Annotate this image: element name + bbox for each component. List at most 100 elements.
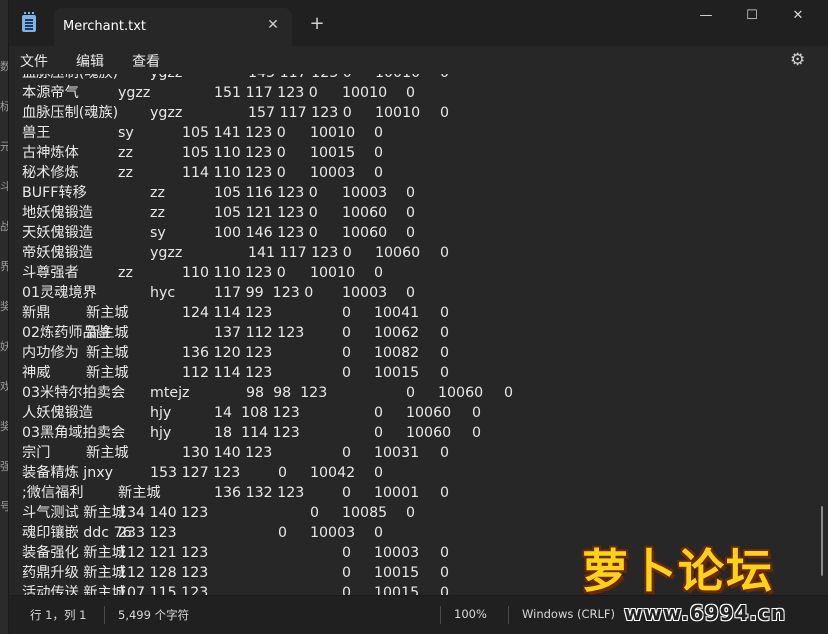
menu-bar: 文件 编辑 查看 ⚙: [0, 46, 828, 74]
line-field: 内功修为: [22, 345, 79, 361]
line-field: 血脉压制(魂族): [22, 74, 118, 83]
line-field: 0: [278, 525, 288, 541]
new-tab-button[interactable]: +: [306, 13, 328, 35]
line-field: 0: [440, 325, 450, 341]
line-field: 0: [440, 305, 450, 321]
line-field: BUFF转移: [22, 185, 87, 201]
line-field: 114 110 123 0: [182, 165, 286, 181]
line-field: 110 110 123 0: [182, 265, 286, 281]
line-field: 活动传送 新主城: [22, 585, 126, 595]
line-field: 0: [342, 545, 352, 561]
line-field: 10003: [310, 525, 356, 541]
menu-edit[interactable]: 编辑: [76, 51, 104, 71]
menu-view[interactable]: 查看: [132, 51, 160, 71]
line-field: hjy: [150, 425, 172, 441]
line-field: zz: [150, 185, 165, 201]
notepad-window: 数标元斗战界奖妖戏奖强号 Merchant.txt ✕ + — ☐ ✕ 文件 编…: [0, 0, 828, 634]
vertical-scrollbar[interactable]: [816, 74, 828, 595]
background-text-fragment: 斗: [0, 180, 8, 193]
line-field: 兽王: [22, 125, 51, 141]
line-field: 0: [440, 445, 450, 461]
line-field: 0: [440, 105, 450, 121]
line-field: 0: [374, 125, 384, 141]
close-tab-icon[interactable]: ✕: [263, 17, 283, 33]
tab-merchant-txt[interactable]: Merchant.txt ✕: [54, 8, 292, 46]
background-text-fragment: 标: [0, 100, 8, 113]
cursor-position: 行 1，列 1: [30, 608, 87, 622]
zoom-level[interactable]: 100%: [454, 607, 487, 621]
line-field: ygzz: [118, 85, 151, 101]
line-field: 10010: [310, 125, 356, 141]
line-field: 新主城: [86, 365, 129, 381]
line-field: 新主城: [86, 305, 129, 321]
line-field: 112 114 123: [182, 365, 273, 381]
line-field: 105 141 123 0: [182, 125, 286, 141]
line-field: 03米特尔拍卖会: [22, 385, 126, 401]
line-field: 0: [504, 385, 514, 401]
watermark-title: 萝卜论坛: [582, 544, 774, 598]
line-field: ygzz: [150, 105, 183, 121]
line-field: 新主城: [86, 345, 129, 361]
line-field: 10041: [374, 305, 420, 321]
line-field: 新主城: [118, 485, 161, 501]
line-field: 10015: [374, 565, 420, 581]
line-field: 10003: [374, 545, 420, 561]
line-field: 10015: [374, 585, 420, 595]
line-field: 0: [342, 585, 352, 595]
line-field: 130 140 123: [182, 445, 273, 461]
line-field: 10003: [342, 285, 388, 301]
line-field: 105 121 123 0: [214, 205, 318, 221]
text-editor[interactable]: 血脉压制(魂族)ygzz143 117 123 0100100本源帝气ygzz1…: [8, 74, 816, 595]
line-field: 0: [342, 565, 352, 581]
line-field: 136 120 123: [182, 345, 273, 361]
line-field: 10015: [310, 145, 356, 161]
line-field: 古神炼体: [22, 145, 79, 161]
line-field: 153 127 123: [150, 465, 241, 481]
line-field: 新鼎: [22, 305, 51, 321]
line-field: 105 116 123 0: [214, 185, 318, 201]
line-field: 0: [440, 545, 450, 561]
line-field: 0: [472, 405, 482, 421]
line-field: 装备精炼 jnxy: [22, 465, 113, 481]
gear-icon[interactable]: ⚙: [790, 50, 805, 70]
line-field: 141 117 123 0: [248, 245, 352, 261]
line-field: 0: [374, 425, 384, 441]
line-field: 10001: [374, 485, 420, 501]
line-field: 0: [374, 465, 384, 481]
background-text-fragment: 元: [0, 140, 8, 153]
line-field: 105 110 123 0: [182, 145, 286, 161]
line-field: 0: [406, 285, 416, 301]
line-field: 10003: [342, 185, 388, 201]
line-field: zz: [150, 205, 165, 221]
line-field: 10060: [406, 425, 452, 441]
menu-file[interactable]: 文件: [20, 51, 48, 71]
background-text-fragment: 奖: [0, 300, 8, 313]
maximize-button[interactable]: ☐: [732, 4, 772, 28]
line-field: 10060: [342, 225, 388, 241]
minimize-button[interactable]: —: [686, 4, 726, 28]
line-field: 0: [440, 565, 450, 581]
line-field: zz: [118, 165, 133, 181]
line-field: 0: [440, 365, 450, 381]
background-window-strip: 数标元斗战界奖妖戏奖强号: [0, 0, 9, 634]
line-field: 血脉压制(魂族): [22, 105, 119, 121]
line-field: 地妖傀锻造: [22, 205, 93, 221]
line-field: 0: [278, 465, 288, 481]
title-bar: Merchant.txt ✕ + — ☐ ✕: [0, 0, 828, 46]
close-window-button[interactable]: ✕: [778, 4, 818, 28]
line-field: zz: [118, 265, 133, 281]
line-field: 10085: [342, 505, 388, 521]
line-field: 0: [440, 245, 450, 261]
character-count: 5,499 个字符: [118, 608, 190, 622]
line-field: 10010: [342, 85, 388, 101]
line-field: 10060: [375, 245, 421, 261]
line-field: 秘术修炼: [22, 165, 79, 181]
line-field: 天妖傀锻造: [22, 225, 93, 241]
line-field: 10060: [342, 205, 388, 221]
line-field: 0: [374, 405, 384, 421]
line-field: 0: [342, 485, 352, 501]
line-field: 神威: [22, 365, 51, 381]
line-field: 157 117 123 0: [248, 105, 352, 121]
line-field: 0: [472, 425, 482, 441]
background-text-fragment: 战: [0, 220, 8, 233]
